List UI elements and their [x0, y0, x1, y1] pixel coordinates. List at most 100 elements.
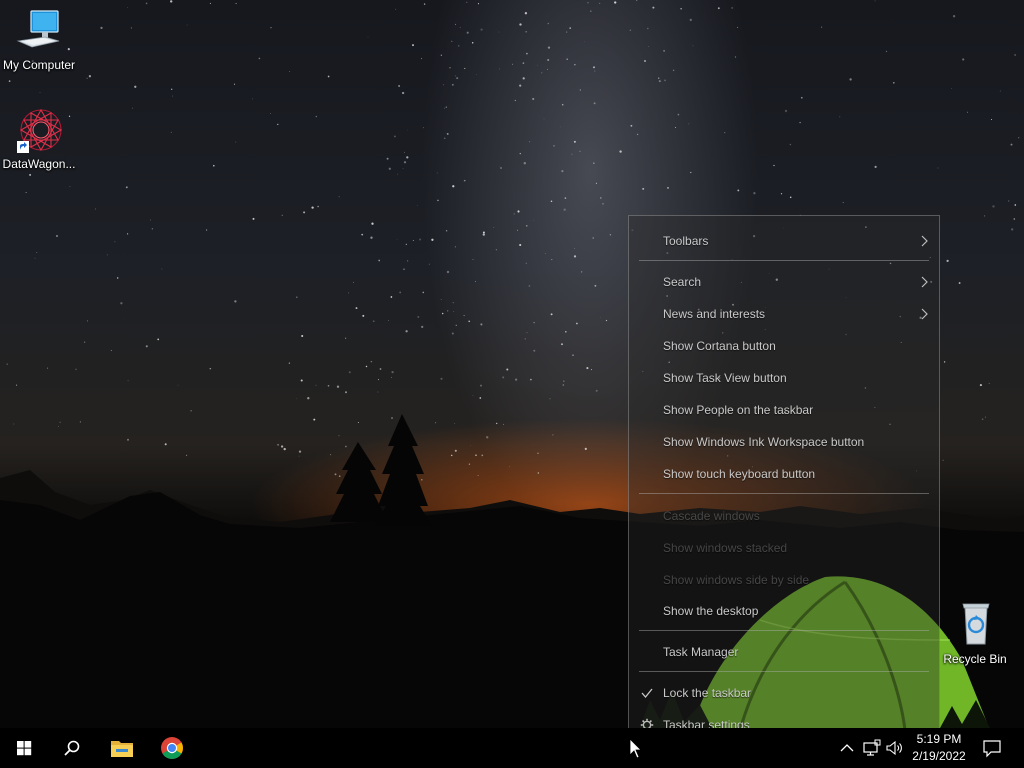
- monitor-icon: [16, 10, 60, 48]
- chevron-up-icon[interactable]: [837, 738, 857, 758]
- star: [39, 92, 41, 93]
- star: [422, 291, 425, 294]
- star: [619, 150, 622, 153]
- clock-date: 2/19/2022: [912, 749, 966, 763]
- menu-item-show-the-desktop[interactable]: Show the desktop: [629, 598, 939, 624]
- star: [79, 421, 82, 423]
- menu-item-lock-the-taskbar[interactable]: Lock the taskbar: [629, 680, 939, 706]
- star: [378, 379, 380, 381]
- star: [789, 196, 792, 199]
- checkmark-icon: [641, 688, 653, 699]
- star: [463, 180, 465, 182]
- menu-item-label: Task Manager: [663, 645, 739, 659]
- star: [991, 119, 992, 120]
- desktop[interactable]: My Computer DataWagon... Recycle Bin Too…: [0, 0, 1024, 768]
- star: [636, 133, 639, 136]
- star: [475, 454, 477, 457]
- star: [581, 271, 583, 273]
- star: [437, 199, 439, 202]
- taskbar[interactable]: 5:19 PM 2/19/2022: [0, 728, 1024, 768]
- star: [345, 391, 347, 394]
- network-icon[interactable]: [862, 738, 882, 758]
- star: [157, 338, 160, 341]
- star: [69, 186, 71, 188]
- star: [327, 75, 330, 78]
- star: [885, 50, 888, 53]
- star: [476, 74, 477, 75]
- star: [636, 0, 638, 1]
- star: [149, 219, 151, 221]
- star: [1008, 200, 1010, 202]
- menu-item-show-windows-ink[interactable]: Show Windows Ink Workspace button: [629, 429, 939, 455]
- menu-item-search[interactable]: Search: [629, 269, 939, 295]
- star: [170, 131, 173, 133]
- menu-item-show-people[interactable]: Show People on the taskbar: [629, 397, 939, 423]
- star: [496, 422, 498, 425]
- star: [579, 150, 581, 152]
- chrome-button[interactable]: [148, 728, 196, 768]
- star: [280, 445, 284, 448]
- star: [595, 182, 597, 184]
- star: [737, 26, 739, 28]
- menu-item-label: Search: [663, 275, 702, 289]
- menu-item-task-manager[interactable]: Task Manager: [629, 639, 939, 665]
- star: [8, 80, 11, 82]
- star: [186, 454, 188, 456]
- star: [550, 200, 553, 202]
- star: [390, 296, 393, 298]
- system-clock[interactable]: 5:19 PM 2/19/2022: [902, 731, 976, 765]
- desktop-icon-recycle-bin[interactable]: Recycle Bin: [936, 602, 1014, 666]
- star: [58, 426, 59, 427]
- star: [849, 78, 852, 81]
- notification-icon[interactable]: [982, 738, 1002, 758]
- chrome-icon: [161, 737, 183, 759]
- menu-item-show-touch-keyboard[interactable]: Show touch keyboard button: [629, 461, 939, 487]
- star: [367, 36, 369, 38]
- star: [177, 384, 179, 386]
- star: [842, 202, 844, 204]
- star: [524, 338, 526, 340]
- star: [412, 44, 414, 47]
- star: [419, 238, 422, 241]
- star: [25, 192, 27, 194]
- star: [440, 54, 442, 56]
- star: [338, 196, 340, 198]
- search-button[interactable]: [48, 728, 96, 768]
- desktop-icon-datawagon[interactable]: DataWagon...: [0, 107, 78, 171]
- menu-item-show-task-view-button[interactable]: Show Task View button: [629, 365, 939, 391]
- star: [566, 58, 569, 61]
- star: [86, 77, 88, 79]
- star: [569, 27, 572, 29]
- star: [386, 157, 389, 160]
- star: [688, 123, 690, 125]
- taskbar-context-menu: Toolbars Search News and interests Show …: [628, 215, 940, 746]
- menu-separator: [639, 671, 929, 672]
- star: [412, 240, 414, 242]
- menu-item-news-and-interests[interactable]: News and interests: [629, 301, 939, 327]
- star: [233, 83, 236, 85]
- menu-item-show-cortana-button[interactable]: Show Cortana button: [629, 333, 939, 359]
- star: [499, 68, 500, 70]
- star: [315, 384, 317, 386]
- menu-item-label: Cascade windows: [663, 509, 760, 523]
- file-explorer-button[interactable]: [98, 728, 146, 768]
- star: [600, 316, 601, 318]
- star: [441, 312, 444, 315]
- star: [452, 185, 455, 188]
- star: [313, 418, 316, 421]
- start-button[interactable]: [0, 728, 48, 768]
- search-icon: [64, 740, 80, 756]
- star: [593, 66, 595, 69]
- star: [664, 79, 666, 82]
- desktop-icon-my-computer[interactable]: My Computer: [0, 8, 78, 72]
- menu-item-toolbars[interactable]: Toolbars: [629, 228, 939, 254]
- recycle-bin-icon: [962, 603, 990, 645]
- star: [472, 258, 474, 260]
- star: [171, 88, 173, 90]
- star: [514, 99, 516, 102]
- star: [530, 378, 532, 381]
- star: [396, 238, 398, 240]
- star: [528, 284, 531, 287]
- star: [590, 369, 592, 371]
- star: [281, 214, 283, 216]
